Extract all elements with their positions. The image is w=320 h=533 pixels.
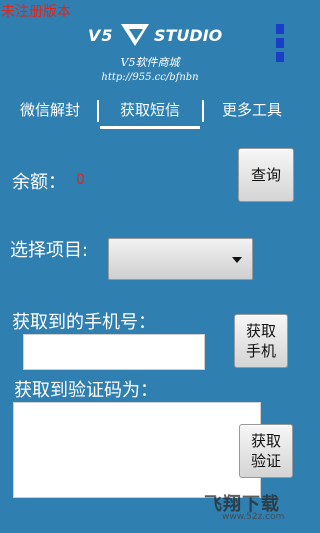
tab-divider <box>97 100 99 122</box>
unregistered-version-label: 未注册版本 <box>1 4 71 20</box>
app-subtitle-text: V5软件商城 <box>120 56 180 69</box>
verification-code-field[interactable] <box>13 402 261 498</box>
v5-studio-logo: V5 STUDIO <box>88 22 222 52</box>
select-project-label: 选择项目: <box>10 240 89 261</box>
more-vertical-icon[interactable] <box>276 24 284 62</box>
watermark: 飞翔下载 www.52z.com <box>196 486 296 528</box>
triangle-down-icon <box>232 257 242 263</box>
get-code-button[interactable]: 获取 验证 <box>239 424 293 478</box>
verification-code-label: 获取到验证码为： <box>14 380 158 401</box>
tab-get-sms[interactable]: 获取短信 <box>100 92 200 130</box>
logo-mark-icon <box>121 24 149 46</box>
phone-number-label: 获取到的手机号： <box>12 312 156 333</box>
get-phone-button-line1: 获取 <box>245 322 276 340</box>
get-phone-button-line2: 手机 <box>245 342 276 360</box>
watermark-sub-text: www.52z.com <box>222 512 285 522</box>
app-subtitle: V5软件商城 http://955.cc/bfnbn <box>0 56 300 84</box>
tab-more-tools[interactable]: 更多工具 <box>204 92 300 130</box>
project-select[interactable] <box>108 238 253 280</box>
get-code-button-line2: 验证 <box>250 452 281 470</box>
app-url-text: http://955.cc/bfnbn <box>101 72 199 83</box>
logo-studio-text: STUDIO <box>154 26 223 45</box>
query-button[interactable]: 查询 <box>238 148 294 202</box>
tab-bar: 微信解封 获取短信 更多工具 <box>0 92 300 132</box>
get-code-button-line1: 获取 <box>250 432 281 450</box>
active-tab-indicator <box>100 126 200 129</box>
balance-label: 余额： <box>12 172 66 193</box>
balance-value: 0 <box>76 172 85 188</box>
tab-wechat-unblock[interactable]: 微信解封 <box>0 92 100 130</box>
get-phone-button[interactable]: 获取 手机 <box>234 314 288 368</box>
phone-number-field[interactable] <box>23 334 205 370</box>
logo-v5-text: V5 <box>88 26 114 45</box>
